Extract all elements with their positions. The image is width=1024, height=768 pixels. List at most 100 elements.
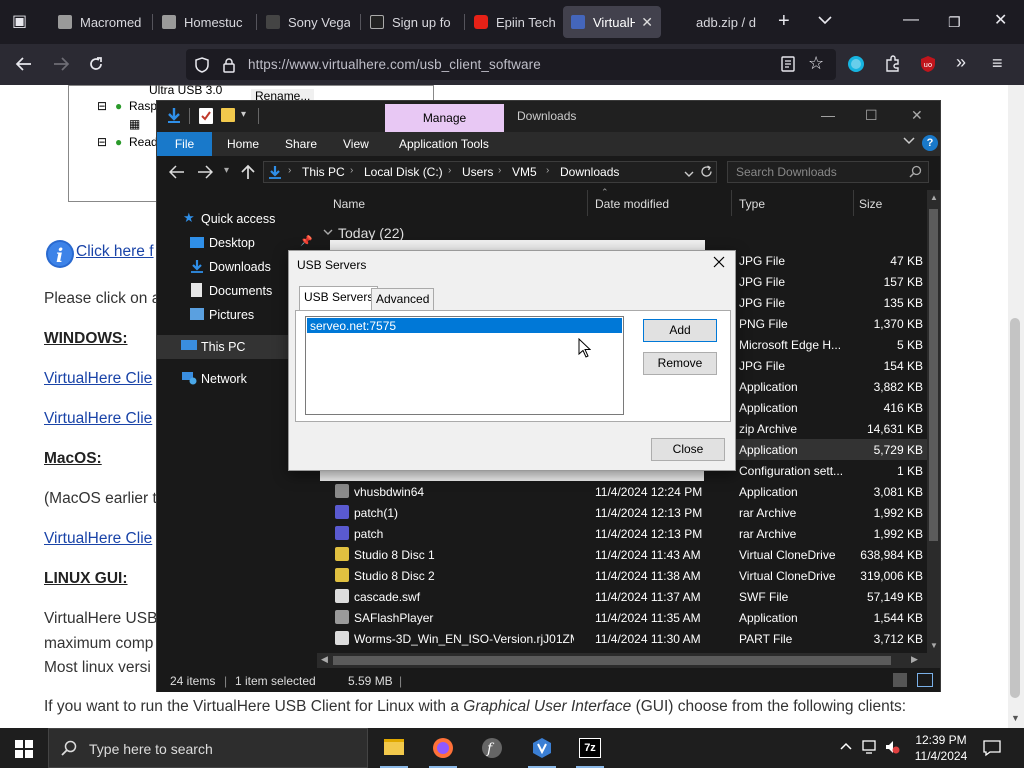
page-scrollbar-thumb[interactable] [1010,318,1020,698]
explorer-back-icon[interactable] [168,165,185,182]
horizontal-scroll-thumb[interactable] [333,656,891,665]
url-bar[interactable]: https://www.virtualhere.com/usb_client_s… [186,49,836,80]
close-button[interactable]: Close [651,438,725,461]
group-header-today[interactable]: Today (22) [338,225,404,241]
column-separator[interactable] [853,190,854,216]
file-row[interactable]: vhusbdwin64 11/4/2024 12:24 PM Application… [317,481,927,502]
breadcrumb-vm5[interactable]: VM5 [512,165,537,179]
server-list[interactable]: serveo.net:7575 [305,316,624,415]
taskbar-firefox[interactable] [419,728,467,768]
breadcrumb-separator[interactable]: › [448,165,451,176]
details-view-icon[interactable] [893,673,907,687]
breadcrumb-separator[interactable]: › [350,165,353,176]
windows-start-icon[interactable] [15,740,33,761]
add-button[interactable]: Add [643,319,717,342]
virtualhere-client-link-3[interactable]: VirtualHere Clie [44,530,152,548]
extensions-puzzle-icon[interactable] [884,55,902,77]
refresh-icon[interactable] [700,165,713,181]
server-list-item[interactable]: serveo.net:7575 [307,318,622,333]
breadcrumb-local-disk[interactable]: Local Disk (C:) [364,165,443,179]
tray-chevron-up-icon[interactable] [840,740,852,754]
url-text[interactable]: https://www.virtualhere.com/usb_client_s… [248,57,541,72]
back-arrow-icon[interactable] [15,56,33,76]
virtualhere-client-link-2[interactable]: VirtualHere Clie [44,410,152,428]
large-icons-view-icon[interactable] [917,673,933,687]
ribbon-file-tab[interactable]: File [157,132,212,156]
column-separator[interactable] [731,190,732,216]
file-row[interactable]: Worms-3D_Win_EN_ISO-Version.rjJ01ZM... 11… [317,628,927,649]
new-tab-icon[interactable]: + [778,11,790,31]
bookmark-star-icon[interactable]: ☆ [808,54,824,72]
scroll-left-arrow-icon[interactable]: ◀ [321,654,328,665]
tab-1[interactable]: Macromed [50,6,150,38]
virtualhere-client-link-1[interactable]: VirtualHere Clie [44,370,152,388]
breadcrumb-separator[interactable]: › [288,165,291,176]
hamburger-menu-icon[interactable]: ≡ [992,54,1003,72]
breadcrumb-separator[interactable]: › [498,165,501,176]
explorer-maximize-icon[interactable]: ☐ [865,107,878,124]
breadcrumb-downloads[interactable]: Downloads [560,165,619,179]
close-window-icon[interactable]: ✕ [994,13,1007,29]
tree-item[interactable]: Rasp [129,99,157,113]
properties-icon[interactable] [199,108,213,124]
tab-3[interactable]: Sony Vega [258,6,358,38]
file-row[interactable]: patch(1) 11/4/2024 12:13 PM rar Archive 1,9… [317,502,927,523]
lock-icon[interactable] [222,57,236,77]
taskbar-virtualhere[interactable] [518,728,566,768]
qat-dropdown-icon[interactable]: ▾ [241,109,246,120]
address-dropdown-icon[interactable] [684,167,694,181]
shield-icon[interactable] [194,57,210,77]
tab-list-chevron-icon[interactable] [817,14,833,30]
tab-close-icon[interactable]: ✕ [641,14,653,31]
scroll-down-arrow-icon[interactable]: ▼ [930,641,938,650]
ribbon-home-tab[interactable]: Home [227,137,259,151]
breadcrumb-users[interactable]: Users [462,165,493,179]
search-icon[interactable] [909,165,922,181]
taskbar-flash-player[interactable]: f [468,728,516,768]
scroll-up-arrow-icon[interactable]: ▲ [930,193,938,202]
ribbon-view-tab[interactable]: View [343,137,369,151]
tab-advanced[interactable]: Advanced [371,288,435,310]
file-row[interactable]: cascade.swf 11/4/2024 11:37 AM SWF File 57,… [317,586,927,607]
explorer-close-icon[interactable]: ✕ [911,107,923,124]
file-row[interactable]: Studio 8 Disc 2 11/4/2024 11:38 AM Virtual… [317,565,927,586]
overflow-chevron-icon[interactable]: » [956,53,966,71]
scroll-right-arrow-icon[interactable]: ▶ [911,654,918,665]
column-separator[interactable] [587,190,588,216]
tab-5[interactable]: Epiin Tech [466,6,566,38]
explorer-title-bar[interactable]: ▾ Manage Downloads — ☐ ✕ [157,101,940,132]
column-name[interactable]: Name [333,197,365,211]
column-date-modified[interactable]: Date modified [595,197,669,211]
taskbar-search-box[interactable]: Type here to search [48,728,368,768]
column-size[interactable]: Size [859,197,882,211]
ublock-icon[interactable]: uo [919,55,937,77]
minimize-icon[interactable]: — [903,12,919,28]
taskbar-file-explorer[interactable] [370,728,418,768]
tree-item[interactable]: Read [129,135,158,149]
ribbon-application-tools-tab[interactable]: Application Tools [399,137,489,151]
help-icon[interactable]: ? [922,135,938,151]
file-row[interactable]: Studio 8 Disc 1 11/4/2024 11:43 AM Virtual… [317,544,927,565]
explorer-forward-icon[interactable] [197,165,214,182]
volume-muted-icon[interactable] [884,739,900,758]
dialog-close-icon[interactable] [713,255,725,273]
breadcrumb-this-pc[interactable]: This PC [302,165,345,179]
account-icon[interactable] [847,55,865,77]
explorer-minimize-icon[interactable]: — [821,107,835,123]
click-here-link[interactable]: Click here f [76,243,154,261]
reload-icon[interactable] [88,56,104,76]
address-breadcrumb-box[interactable]: › This PC › Local Disk (C:) › Users › VM… [263,161,717,183]
pin-icon[interactable]: 📌 [300,236,312,247]
tree-expander[interactable]: ⊟ [97,99,107,113]
breadcrumb-separator[interactable]: › [546,165,549,176]
up-level-icon[interactable] [241,164,255,183]
remove-button[interactable]: Remove [643,352,717,375]
recent-locations-icon[interactable]: ▾ [224,165,229,176]
manage-context-tab[interactable]: Manage [385,104,504,132]
tab-usb-servers[interactable]: USB Servers [299,286,379,310]
group-collapse-icon[interactable] [323,228,333,238]
reader-view-icon[interactable] [780,56,796,76]
ribbon-expand-chevron-icon[interactable] [903,136,915,149]
tab-6-active[interactable]: VirtualH ✕ [563,6,661,38]
column-type[interactable]: Type [739,197,765,211]
